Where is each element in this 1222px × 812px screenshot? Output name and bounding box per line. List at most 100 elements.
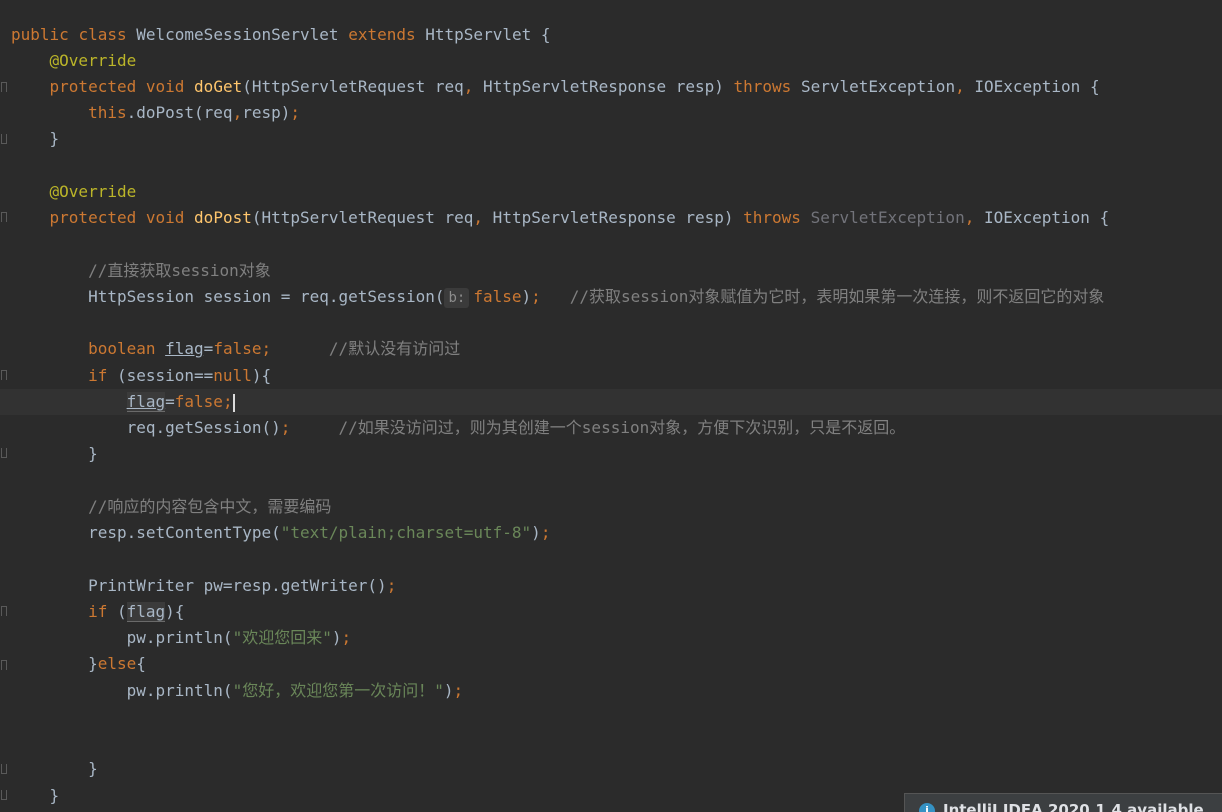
keyword: public [11,25,69,44]
keyword: else [97,654,137,673]
code-line[interactable]: pw.println("您好，欢迎您第一次访问！"); [0,678,1222,704]
keyword: protected [49,77,137,96]
brace: } [88,759,98,778]
comma: , [955,77,965,96]
comment: //如果没访问过，则为其创建一个session对象，方便下次识别，只是不返回。 [338,418,906,437]
semicolon: ; [280,418,291,437]
operator: = [203,339,214,358]
text-caret [232,393,235,412]
keyword: boolean [88,339,156,358]
comment: //获取session对象赋值为它时，表明如果第一次连接，则不返回它的对象 [569,287,1105,306]
code-line[interactable]: if (session==null){ [0,363,1222,389]
keyword: false [213,339,262,358]
notification-text[interactable]: IntelliJ IDEA 2020.1.4 available [943,801,1204,812]
code-line[interactable]: protected void doPost(HttpServletRequest… [0,205,1222,231]
parent-class: HttpServlet [425,25,532,44]
string-literal: "text/plain;charset=utf-8" [280,523,532,542]
exception: ServletException [791,77,956,96]
comma: , [964,208,975,227]
operator: = [165,392,175,411]
comment: //响应的内容包含中文，需要编码 [88,497,332,516]
code-line[interactable]: resp.setContentType("text/plain;charset=… [0,520,1222,546]
semicolon: ; [290,103,301,122]
semicolon: ; [531,287,541,306]
brace: } [88,654,98,673]
keyword: extends [348,25,416,44]
code-text: req.getSession() [126,418,281,437]
exception: IOException { [964,77,1100,96]
code-line[interactable]: pw.println("欢迎您回来"); [0,625,1222,651]
variable: flag [126,392,166,412]
comma: , [232,103,243,122]
comment: //直接获取session对象 [88,261,271,280]
params: (HttpServletRequest req [242,77,464,96]
variable: flag [165,339,204,358]
code-line[interactable]: HttpSession session = req.getSession(b: f… [0,284,1222,310]
method-call: .doPost(req [126,103,233,122]
keyword: void [145,77,185,96]
code-text: PrintWriter pw=resp.getWriter() [88,576,387,595]
keyword: false [174,392,223,411]
class-name: WelcomeSessionServlet [136,25,339,44]
argument: resp) [242,103,291,122]
paren: ) [531,523,541,542]
keyword: if [88,602,108,621]
code-line[interactable]: //响应的内容包含中文，需要编码 [0,494,1222,520]
code-line[interactable]: PrintWriter pw=resp.getWriter(); [0,573,1222,599]
keyword: throws [733,77,792,96]
comment: //默认没有访问过 [328,339,461,358]
code-line[interactable]: if (flag){ [0,599,1222,625]
keyword: false [473,287,522,306]
keyword: throws [743,208,801,227]
method-name: doPost [194,208,252,227]
code-line[interactable]: protected void doGet(HttpServletRequest … [0,74,1222,100]
update-notification[interactable]: i IntelliJ IDEA 2020.1.4 available [904,793,1222,812]
code-line[interactable]: this.doPost(req,resp); [0,100,1222,126]
keyword: class [78,25,127,44]
semicolon: ; [453,681,464,700]
condition: (session== [107,366,214,385]
code-line[interactable]: @Override [0,48,1222,74]
annotation: @Override [49,182,137,201]
code-line[interactable]: } [0,441,1222,467]
keyword: void [145,208,185,227]
keyword: if [88,366,108,385]
code-editor[interactable]: public class WelcomeSessionServlet exten… [0,0,1222,812]
semicolon: ; [540,523,551,542]
code-line-current[interactable]: flag=false; [0,389,1222,415]
exception: IOException { [974,208,1110,227]
params: HttpServletResponse resp) [473,77,734,96]
brace: ){ [165,602,185,621]
code-line[interactable]: } [0,126,1222,152]
code-line[interactable]: }else{ [0,651,1222,677]
brace: { [540,25,551,44]
brace: } [88,444,98,463]
code-line[interactable]: public class WelcomeSessionServlet exten… [0,22,1222,48]
params: HttpServletResponse resp) [483,208,744,227]
brace: ){ [251,366,272,385]
string-literal: "欢迎您回来" [232,628,332,647]
code-line[interactable]: req.getSession(); //如果没访问过，则为其创建一个sessio… [0,415,1222,441]
info-icon: i [919,803,935,812]
semicolon: ; [341,628,352,647]
semicolon: ; [261,339,272,358]
brace: { [136,654,146,673]
method-name: doGet [194,77,243,96]
variable: flag [126,602,166,622]
keyword: protected [49,208,137,227]
code-line[interactable]: boolean flag=false; //默认没有访问过 [0,336,1222,362]
keyword: this [88,103,127,122]
string-literal: "您好，欢迎您第一次访问！" [232,681,444,700]
paren: ) [521,287,532,306]
paren: ( [107,602,127,621]
semicolon: ; [386,576,397,595]
code-line[interactable]: //直接获取session对象 [0,258,1222,284]
code-text: pw.println( [126,628,233,647]
code-text: pw.println( [126,681,233,700]
brace: } [49,129,60,148]
annotation: @Override [49,51,137,70]
code-line[interactable]: } [0,756,1222,782]
parameter-hint: b: [444,288,470,308]
code-line[interactable]: @Override [0,179,1222,205]
brace: } [49,786,60,805]
